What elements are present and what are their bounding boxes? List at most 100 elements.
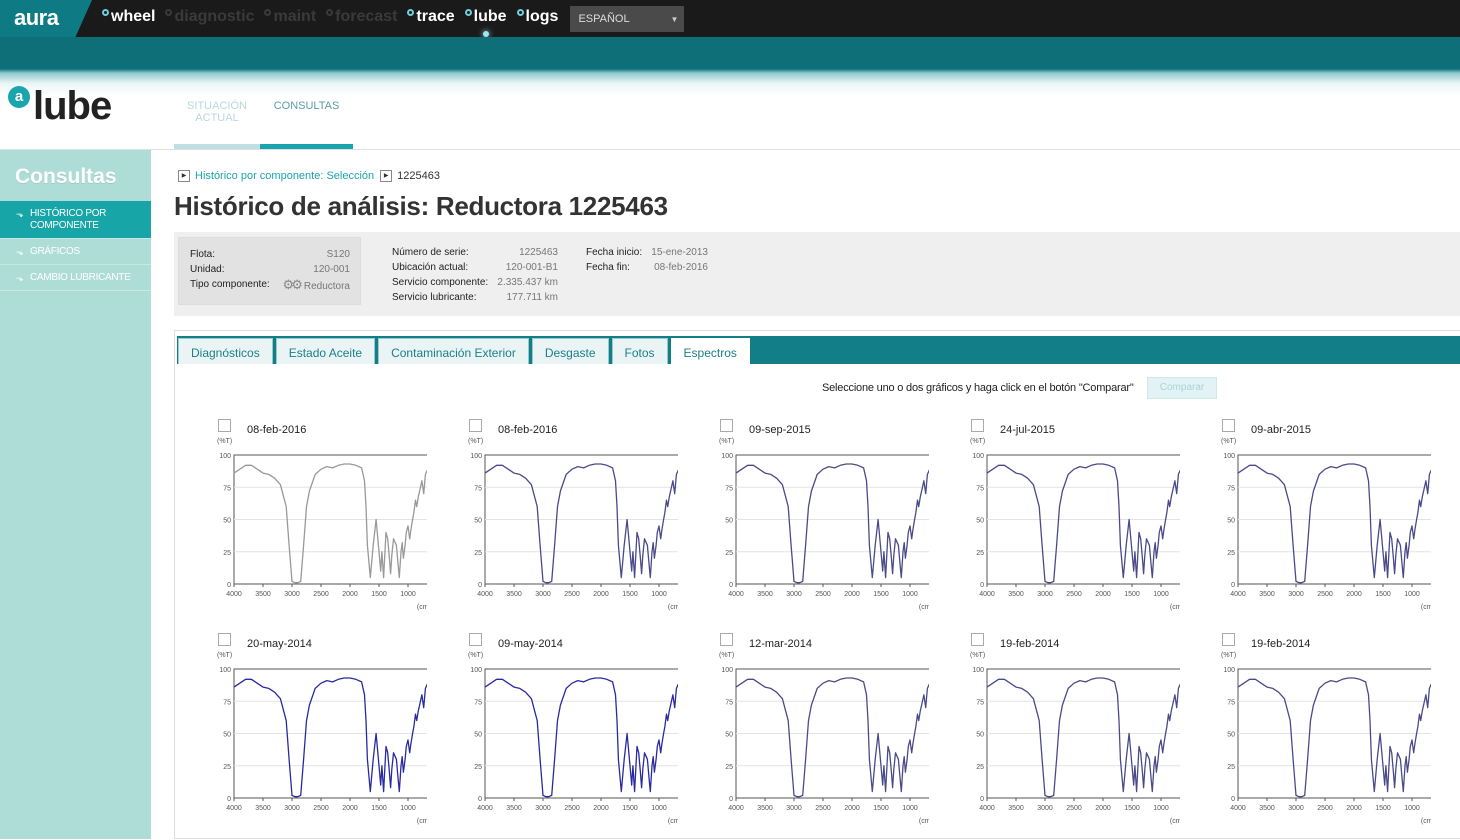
y-tick-label: 25 <box>976 764 984 771</box>
nav-item-trace[interactable]: trace <box>407 0 455 37</box>
spectrum-card: 08-feb-2016 (%T) 0 25 50 75 100 4000 3500 3000 250… <box>426 331 678 611</box>
sidebar-item-cambio-lubricante[interactable]: ⬎ CAMBIO LUBRICANTE <box>0 265 151 291</box>
spectrum-checkbox[interactable] <box>971 419 984 432</box>
y-tick-label: 25 <box>474 764 482 771</box>
y-tick-label: 25 <box>223 764 231 771</box>
x-tick-label: 1500 <box>1124 805 1140 812</box>
spectrum-checkbox[interactable] <box>971 633 984 646</box>
nav-item-label: lube <box>473 8 507 25</box>
y-tick-label: 100 <box>721 453 733 460</box>
breadcrumb-arrow-icon: ▶ <box>178 170 190 182</box>
x-tick-label: 3000 <box>1288 805 1304 812</box>
serial-info-box: Número de serie: 1225463 Ubicación actual… <box>392 245 558 305</box>
sidebar-item-historico[interactable]: ⬎ HISTÓRICO POR COMPONENTE <box>0 201 151 239</box>
breadcrumb-link[interactable]: Histórico por componente: Selección <box>195 170 374 182</box>
arrow-icon: ⬎ <box>16 209 24 219</box>
servicio-lubricante-label: Servicio lubricante: <box>392 292 477 303</box>
spectrum-checkbox[interactable] <box>218 633 231 646</box>
app-dot-icon <box>516 9 524 16</box>
servicio-componente-label: Servicio componente: <box>392 277 489 288</box>
language-select[interactable]: ESPAÑOL ▼ <box>570 5 685 32</box>
x-tick-label: 2500 <box>1317 805 1333 812</box>
y-tick-label: 50 <box>474 518 482 525</box>
spectrum-date: 19-feb-2014 <box>1000 638 1060 650</box>
x-unit-label: (cm-1) <box>417 818 427 825</box>
x-tick-label: 1500 <box>622 805 638 812</box>
y-tick-label: 50 <box>1227 732 1235 739</box>
nav-item-logs[interactable]: logs <box>516 0 559 37</box>
analysis-tabs-panel: Diagnósticos Estado Aceite Contaminación E… <box>174 330 1460 839</box>
x-unit-label: (cm-1) <box>919 818 929 825</box>
app-dot-icon <box>165 9 173 16</box>
main-content: ▶ Histórico por componente: Selección ▶ … <box>174 150 1460 839</box>
x-tick-label: 4000 <box>477 805 493 812</box>
spectrum-card: 09-may-2014 (%T) 0 25 50 75 100 4000 3500 3000 250… <box>426 545 678 825</box>
app-dot-icon <box>102 9 109 16</box>
y-tick-label: 100 <box>972 453 984 460</box>
x-tick-label: 2000 <box>1095 805 1111 812</box>
y-tick-label: 75 <box>474 485 482 492</box>
spectrum-checkbox[interactable] <box>469 633 482 646</box>
spectrum-card: 09-abr-2015 (%T) 0 25 50 75 100 4000 3500 3000 250… <box>1179 331 1431 611</box>
nav-item-wheel[interactable]: wheel <box>102 0 155 37</box>
spectrum-card: 09-sep-2015 (%T) 0 25 50 75 100 4000 3500 3000 250… <box>677 331 929 611</box>
serie-value: 1225463 <box>519 247 558 258</box>
flota-label: Flota: <box>190 249 216 260</box>
tipo-value: Reductora <box>303 281 350 292</box>
nav-item-lube[interactable]: lube <box>464 0 507 37</box>
sidebar-item-label: GRÁFICOS <box>30 246 80 257</box>
y-tick-label: 50 <box>223 518 231 525</box>
y-tick-label: 50 <box>725 518 733 525</box>
x-tick-label: 1000 <box>902 805 918 812</box>
nav-item-diagnostic: diagnostic <box>165 0 254 37</box>
spectrum-card: 19-feb-2014 (%T) 0 25 50 75 100 4000 3500 3000 250… <box>928 545 1180 825</box>
y-tick-label: 0 <box>729 796 733 803</box>
app-dot-icon <box>407 9 415 16</box>
nav-item-label: wheel <box>111 8 156 25</box>
fecha-inicio-label: Fecha inicio: <box>586 247 643 258</box>
spectrum-checkbox[interactable] <box>218 419 231 432</box>
spectrum-checkbox[interactable] <box>720 419 733 432</box>
x-tick-label: 1000 <box>651 805 667 812</box>
x-tick-label: 3000 <box>284 805 300 812</box>
spectrum-card: 12-mar-2014 (%T) 0 25 50 75 100 4000 3500 3000 250… <box>677 545 929 825</box>
arrow-icon: ⬎ <box>16 273 24 283</box>
y-tick-label: 0 <box>227 796 231 803</box>
breadcrumb-arrow-icon: ▶ <box>380 170 393 182</box>
nav-item-label: logs <box>525 8 559 25</box>
app-switcher: wheel diagnostic maint forecast trace lube log… <box>102 0 685 37</box>
x-tick-label: 2000 <box>342 805 358 812</box>
aura-brand[interactable]: aura <box>0 0 92 37</box>
x-tick-label: 2500 <box>1066 805 1082 812</box>
unidad-value: 120-001 <box>313 264 350 275</box>
spectrum-checkbox[interactable] <box>469 419 482 432</box>
sidebar-item-graficos[interactable]: ⬎ GRÁFICOS <box>0 239 151 265</box>
x-unit-label: (cm-1) <box>668 818 678 825</box>
x-tick-label: 3500 <box>757 805 773 812</box>
fecha-fin-value: 08-feb-2016 <box>654 262 708 273</box>
lube-logo-icon: a <box>8 86 30 108</box>
y-tick-label: 75 <box>474 699 482 706</box>
spectrum-checkbox[interactable] <box>1222 633 1235 646</box>
serie-label: Número de serie: <box>392 247 469 258</box>
module-tab-situacion-actual[interactable]: SITUACIÓN ACTUAL <box>174 95 260 149</box>
y-tick-label: 75 <box>1227 485 1235 492</box>
spectrum-date: 19-feb-2014 <box>1251 638 1311 650</box>
spectrum-chart: 0255075100400035003000250020001500100050… <box>470 667 678 825</box>
app-dot-icon <box>264 9 272 16</box>
spectrum-checkbox[interactable] <box>720 633 733 646</box>
x-tick-label: 3500 <box>506 805 522 812</box>
module-tab-consultas[interactable]: CONSULTAS <box>260 95 353 149</box>
y-tick-label: 50 <box>474 732 482 739</box>
spectrum-checkbox[interactable] <box>1222 419 1235 432</box>
spectrum-chart: 0255075100400035003000250020001500100050… <box>1223 667 1431 825</box>
x-tick-label: 3500 <box>255 805 271 812</box>
x-unit-label: (cm-1) <box>1170 818 1180 825</box>
nav-item-forecast: forecast <box>326 0 397 37</box>
lube-logo: a lube <box>8 84 112 128</box>
y-tick-label: 50 <box>976 732 984 739</box>
app-dot-icon <box>464 9 472 16</box>
module-tab-label: SITUACIÓN ACTUAL <box>187 100 247 124</box>
x-unit-label: (cm-1) <box>1421 818 1431 825</box>
flota-value: S120 <box>326 249 350 260</box>
